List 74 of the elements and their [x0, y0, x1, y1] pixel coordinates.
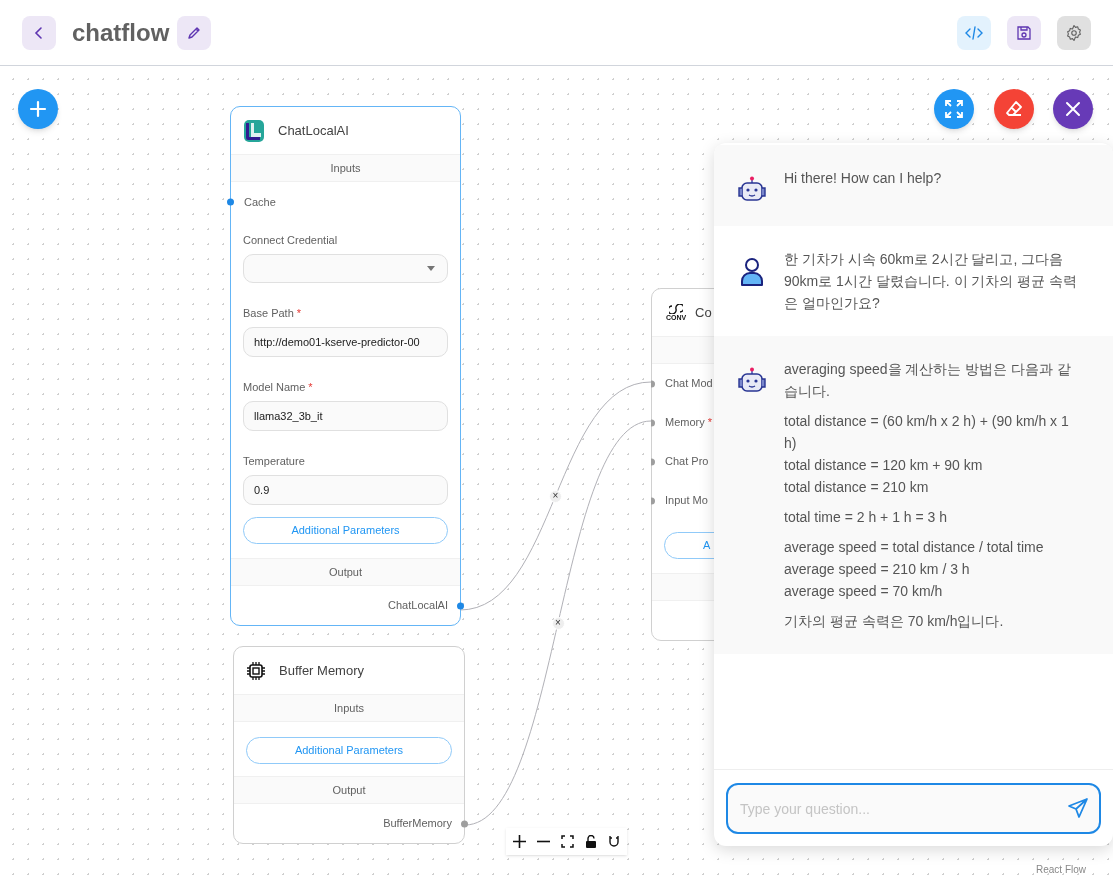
eraser-icon: [1005, 100, 1023, 118]
loop-icon: [669, 303, 683, 314]
expand-icon: [945, 100, 963, 118]
text-field[interactable]: llama32_3b_it: [243, 401, 448, 431]
message-text: average speed = 70 km/h: [784, 582, 944, 601]
required-mark: *: [707, 415, 712, 431]
robot-icon: [737, 367, 767, 395]
save-button[interactable]: [1007, 15, 1041, 50]
code-button[interactable]: [957, 15, 991, 50]
message-text: 한 기차가 시속 60km로 2시간 달리고, 그다음 90km로 1시간 달렸습니다. 이 기차의 평균 속력은 얼마인가요?: [784, 250, 1079, 313]
clear-chat-button[interactable]: [994, 89, 1034, 129]
field-label: Model Name: [243, 380, 306, 395]
robot-icon: [737, 176, 767, 204]
settings-icon: [1065, 23, 1083, 42]
field-label: Temperature: [243, 454, 306, 469]
message-text: total distance = 210 km: [784, 478, 930, 497]
node-card[interactable]: Buffer Memory Inputs Additional Parameters Output BufferMemory: [233, 646, 465, 844]
edit-button[interactable]: [177, 15, 212, 50]
chip-icon: [247, 661, 265, 680]
message-text: averaging speed을 계산하는 방법은 다음과 같습니다.: [784, 360, 1073, 401]
app-logo-icon: [244, 119, 264, 142]
section-header: Inputs: [234, 694, 464, 722]
save-icon: [1016, 24, 1032, 41]
output-label: ChatLocalAI: [388, 598, 448, 614]
lock-icon[interactable]: [585, 835, 597, 848]
message-text: average speed = 210 km / 3 h: [784, 560, 971, 579]
dropdown-field[interactable]: [243, 254, 448, 283]
send-button[interactable]: [1067, 797, 1089, 819]
message-text: 기차의 평균 속력은 70 km/h입니다.: [784, 612, 1005, 631]
field-label: Input Mo: [665, 493, 708, 509]
zoom-in-icon[interactable]: [513, 835, 526, 848]
connection-handle[interactable]: [461, 820, 468, 827]
settings-button[interactable]: [1057, 15, 1091, 50]
send-icon: [1067, 797, 1089, 819]
node-title: Co: [695, 303, 712, 322]
field-label: Cache: [244, 194, 276, 210]
magnet-icon[interactable]: [608, 835, 620, 848]
plus-icon: [29, 100, 47, 118]
close-button[interactable]: [1053, 89, 1093, 129]
node-title: Buffer Memory: [279, 661, 364, 680]
message-text: total distance = 120 km + 90 km: [784, 456, 984, 475]
code-icon: [965, 25, 983, 40]
message-text: total time = 2 h + 1 h = 3 h: [784, 508, 949, 527]
chatflow-title: chatflow: [72, 17, 170, 48]
message-text: Hi there! How can I help?: [784, 169, 943, 188]
fit-view-icon[interactable]: [561, 835, 574, 848]
edge-delete-button[interactable]: ×: [549, 489, 562, 503]
required-mark: *: [308, 380, 313, 395]
edge-delete-button[interactable]: ×: [551, 616, 565, 630]
add-node-button[interactable]: [18, 89, 58, 129]
section-header: Output: [234, 776, 464, 804]
field-label: Memory: [665, 415, 705, 431]
node-title: ChatLocalAI: [278, 121, 349, 140]
text-field[interactable]: 0.9: [243, 475, 448, 505]
user-icon: [740, 257, 764, 287]
field-label: Chat Pro: [665, 454, 709, 470]
field-label: Connect Credential: [243, 233, 339, 248]
output-label: BufferMemory: [383, 816, 452, 832]
field-label: Chat Mod: [665, 376, 713, 392]
required-mark: *: [296, 306, 302, 321]
close-icon: [1065, 101, 1081, 117]
field-label: Base Path: [243, 306, 294, 321]
section-header: Inputs: [231, 154, 460, 182]
dropdown-caret-icon: [427, 266, 435, 271]
expand-button[interactable]: [934, 89, 974, 129]
back-button[interactable]: [22, 15, 56, 50]
text-field[interactable]: http://demo01-kserve-predictor-00: [243, 327, 448, 357]
connection-handle[interactable]: [227, 198, 234, 206]
message-text: total distance = (60 km/h x 2 h) + (90 km/h x 1 h): [784, 412, 1070, 453]
node-card[interactable]: ChatLocalAI Inputs Cache Connect Credential Base Path * http://demo01-kserve-predictor-00 Model Name * llama32_3b_it Temperature 0.9 Additional Parameters Output ChatLocalAI: [230, 106, 461, 626]
attribution-link[interactable]: React Flow: [1036, 862, 1086, 877]
message-text: average speed = total distance / total time: [784, 538, 1045, 557]
connection-handle[interactable]: [457, 602, 464, 609]
section-header: Output: [231, 558, 460, 586]
